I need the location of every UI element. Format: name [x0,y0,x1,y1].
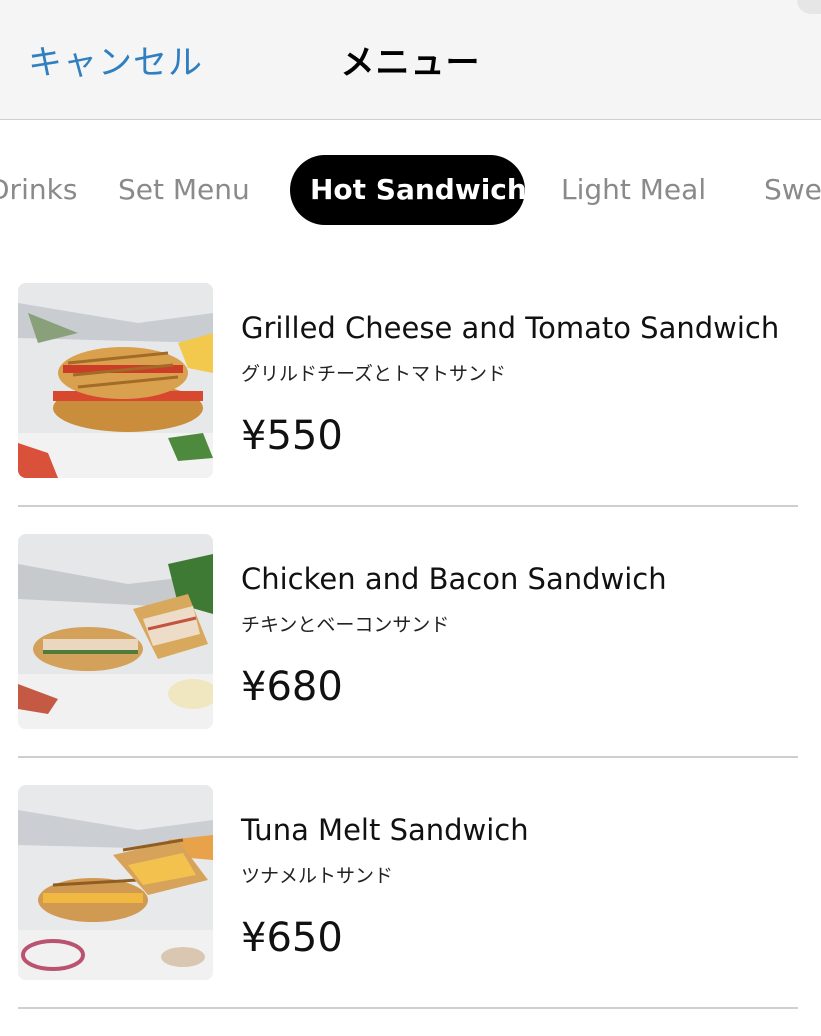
item-price: ¥650 [241,915,343,961]
menu-item[interactable]: Tuna Melt Sandwich ツナメルトサンド ¥650 [18,785,798,1036]
item-price: ¥550 [241,413,343,459]
tab-set-menu[interactable]: Set Menu [118,155,250,225]
item-subtitle: グリルドチーズとトマトサンド [241,363,507,385]
tuna-melt-sandwich-image [18,785,213,980]
tab-hot-sandwich[interactable]: Hot Sandwich [290,155,527,225]
page-title: メニュー [340,43,481,83]
window-corner [797,0,821,14]
menu-item[interactable]: Chicken and Bacon Sandwich チキンとベーコンサンド ¥… [18,534,798,785]
item-subtitle: ツナメルトサンド [241,865,394,887]
item-name: Grilled Cheese and Tomato Sandwich [241,311,780,345]
tab-light-meal[interactable]: Light Meal [561,155,706,225]
item-subtitle: チキンとベーコンサンド [241,614,450,636]
menu-item[interactable]: Grilled Cheese and Tomato Sandwich グリルドチ… [18,283,798,534]
divider [18,1007,798,1009]
tab-sweets[interactable]: Sweets [764,155,821,225]
divider [18,756,798,758]
item-price: ¥680 [241,664,343,710]
category-tabs: Drinks Set Menu Hot Sandwich Light Meal … [0,155,821,227]
tab-drinks[interactable]: Drinks [0,155,77,225]
grilled-cheese-tomato-sandwich-image [18,283,213,478]
item-name: Chicken and Bacon Sandwich [241,562,667,596]
divider [18,505,798,507]
item-name: Tuna Melt Sandwich [241,813,529,847]
navigation-bar: キャンセル メニュー [0,0,821,120]
chicken-bacon-sandwich-image [18,534,213,729]
